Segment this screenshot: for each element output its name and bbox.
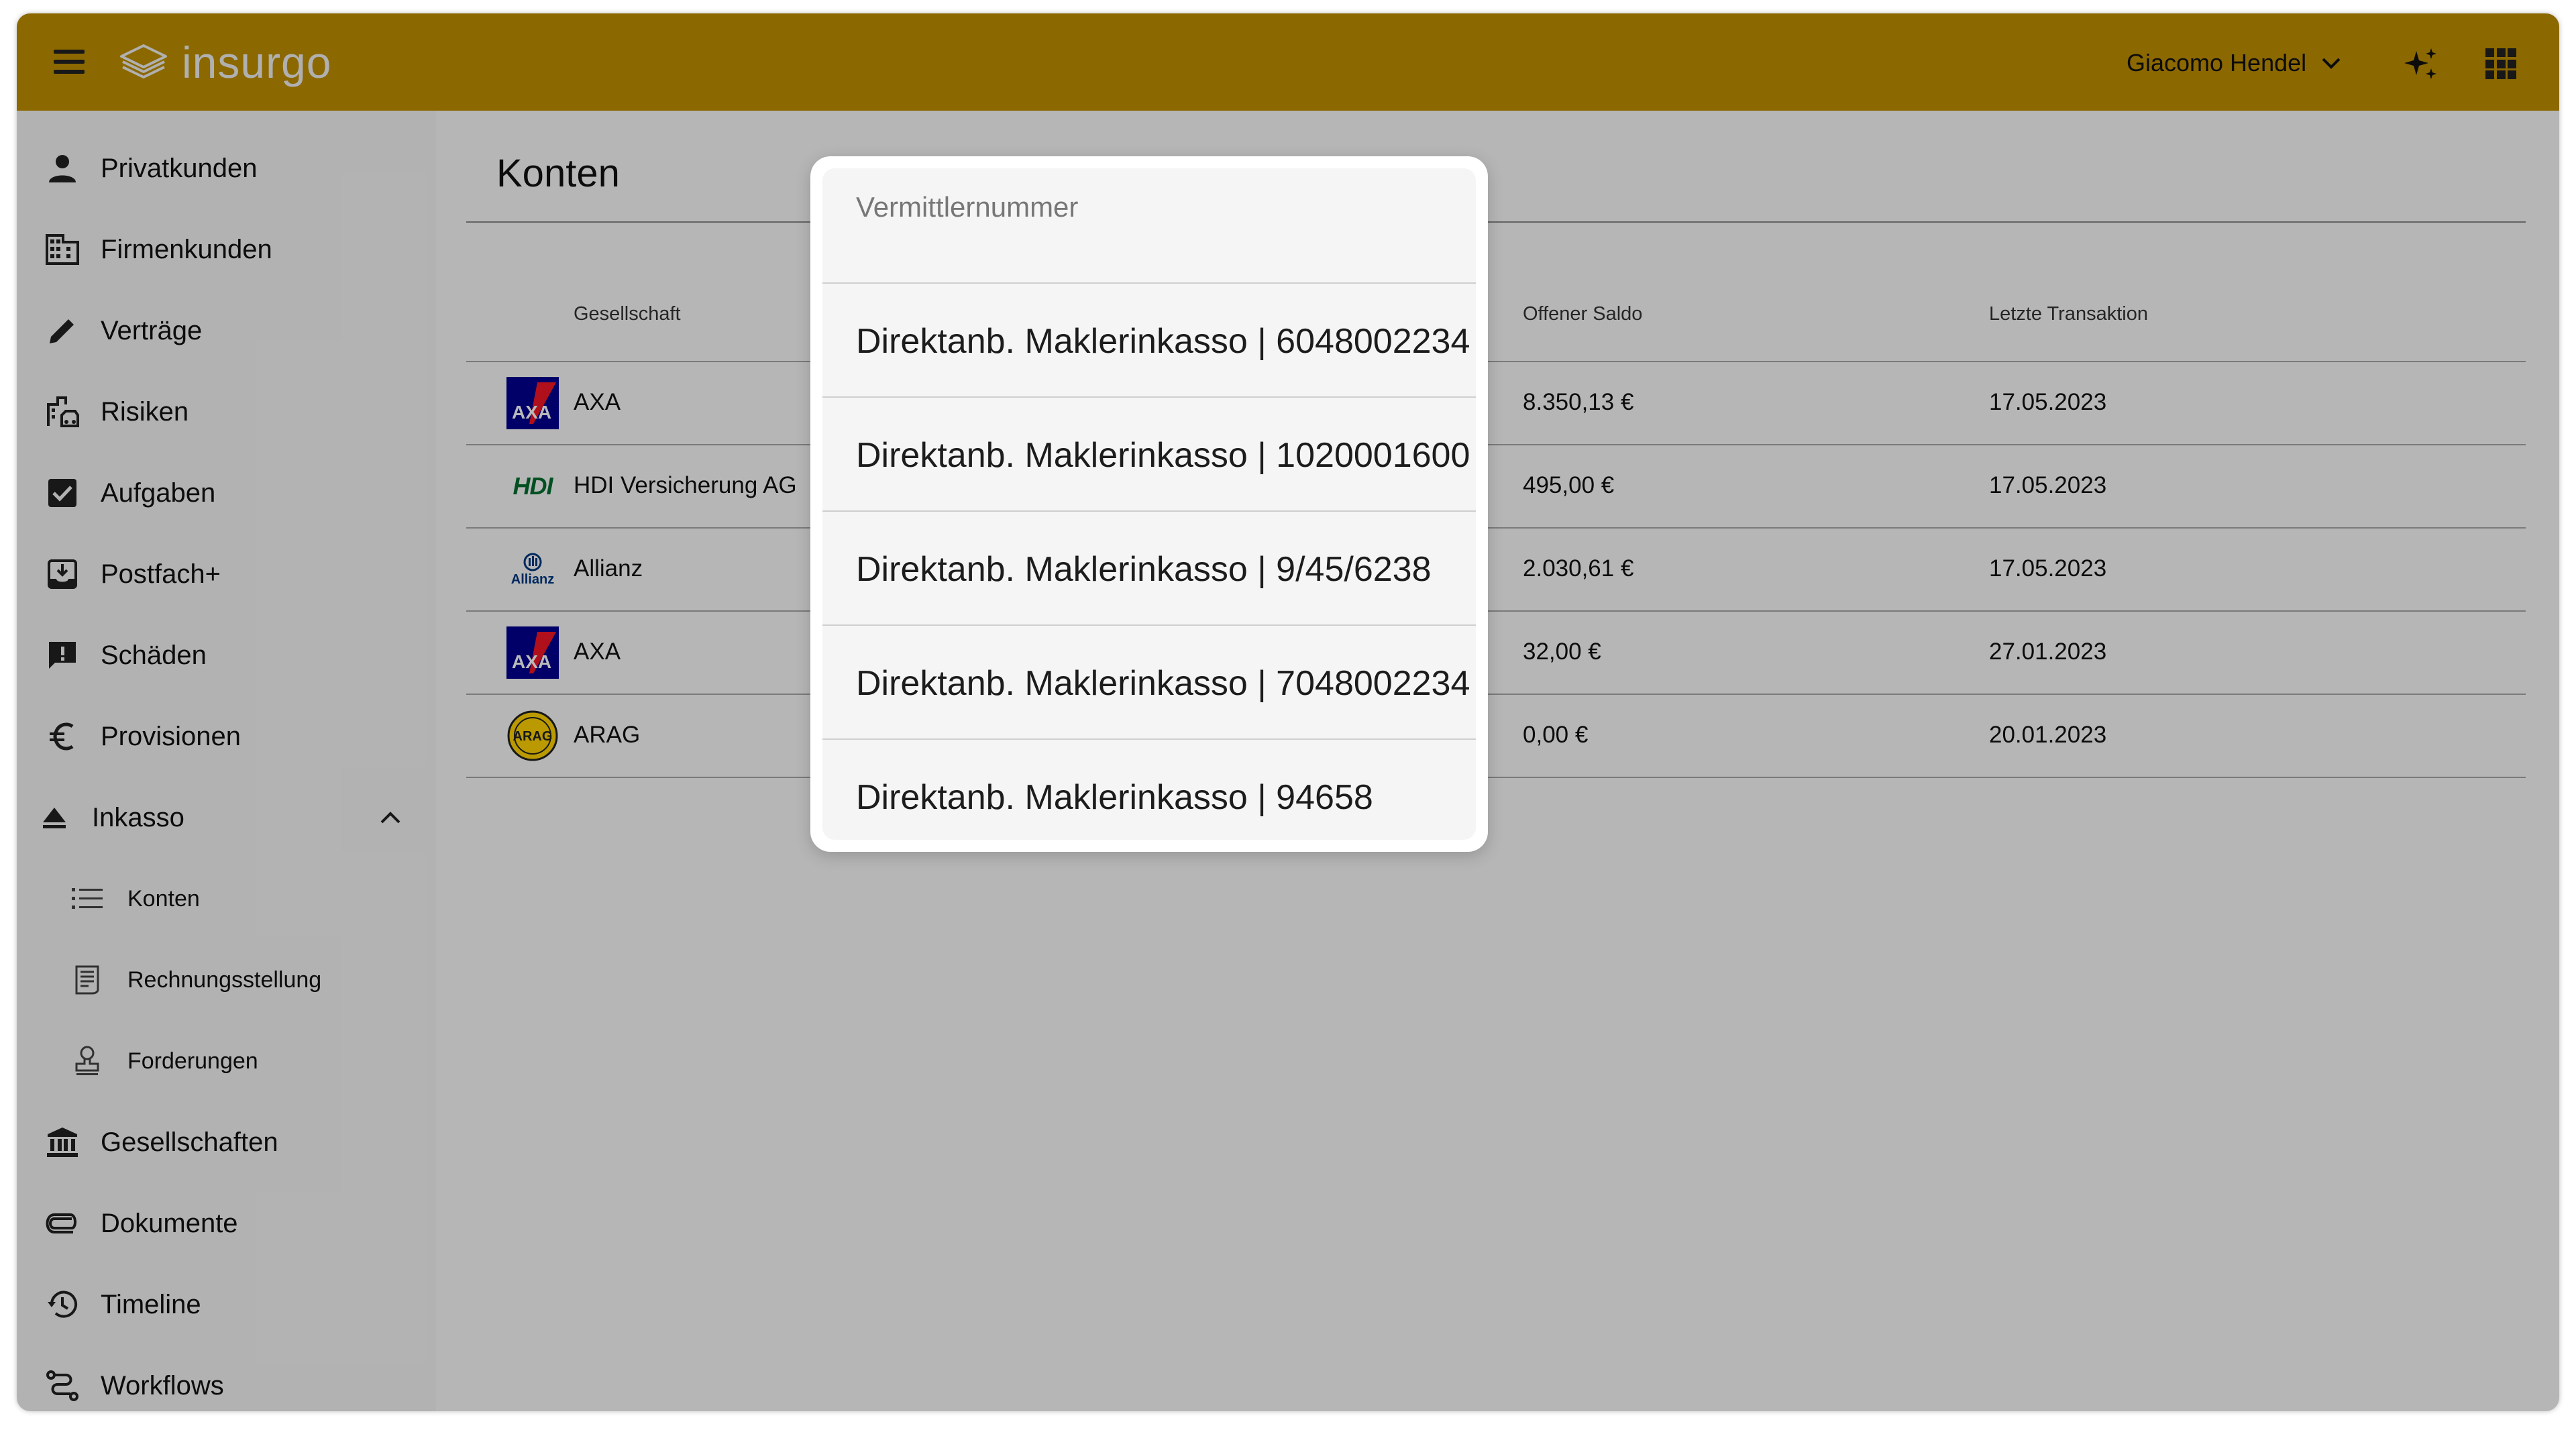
app-window: insurgo Giacomo Hendel Privatkunden Firm… (17, 13, 2559, 1411)
dropdown-option[interactable]: Direktanb. Maklerinkasso | 94658 (822, 738, 1476, 840)
dropdown-option[interactable]: Direktanb. Maklerinkasso | 9/45/6238 (822, 510, 1476, 624)
dropdown-header: Vermittlernummer (822, 168, 1476, 282)
dropdown-option[interactable]: Direktanb. Maklerinkasso | 7048002234 (822, 624, 1476, 738)
vermittlernummer-dropdown: Vermittlernummer Direktanb. Maklerinkass… (810, 156, 1488, 852)
dropdown-option[interactable]: Direktanb. Maklerinkasso | 1020001600 (822, 396, 1476, 510)
dropdown-header-label: Vermittlernummer (856, 191, 1079, 223)
dropdown-list: Vermittlernummer Direktanb. Maklerinkass… (822, 168, 1476, 840)
dropdown-option[interactable]: Direktanb. Maklerinkasso | 6048002234 (822, 282, 1476, 396)
